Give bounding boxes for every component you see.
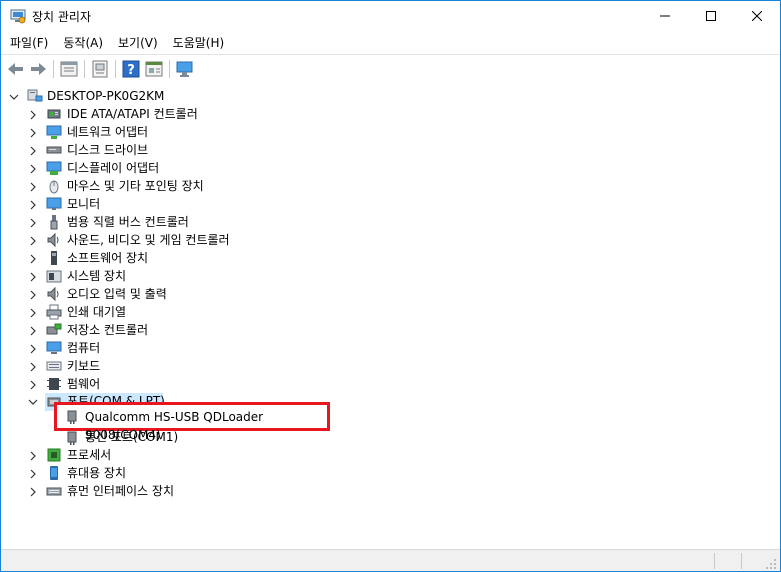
close-icon (752, 11, 762, 21)
tree-item-category[interactable]: 디스크 드라이브 (67, 141, 148, 159)
close-button[interactable] (734, 1, 780, 31)
tree-item-category[interactable]: 범용 직렬 버스 컨트롤러 (67, 213, 189, 231)
audio-icon (47, 286, 59, 302)
svg-text:?: ? (127, 63, 135, 78)
menu-action[interactable]: 동작(A) (57, 33, 109, 53)
toolbar-separator (115, 60, 116, 78)
status-separator (714, 553, 715, 569)
chevron-right-icon[interactable] (28, 272, 38, 282)
software-device-icon (51, 251, 57, 265)
update-driver-icon[interactable] (90, 59, 110, 79)
usb-icon (50, 215, 58, 230)
tree-item-category[interactable]: 프로세서 (67, 446, 111, 464)
toolbar-separator (53, 60, 54, 78)
chevron-right-icon[interactable] (28, 146, 38, 156)
tree-item-category[interactable]: 사운드, 비디오 및 게임 컨트롤러 (67, 231, 230, 249)
mouse-icon (49, 180, 59, 194)
tree-item-category[interactable]: 모니터 (67, 195, 100, 213)
tree-item-category[interactable]: 키보드 (67, 357, 100, 375)
menu-bar: 파일(F) 동작(A) 보기(V) 도움말(H) (1, 32, 780, 54)
chevron-right-icon[interactable] (28, 469, 38, 479)
processor-icon (47, 448, 61, 462)
tree-item-category[interactable]: 시스템 장치 (67, 267, 126, 285)
chevron-down-icon[interactable] (9, 92, 19, 102)
tree-item-category[interactable]: 저장소 컨트롤러 (67, 321, 148, 339)
window-title: 장치 관리자 (32, 10, 92, 24)
menu-view[interactable]: 보기(V) (112, 33, 164, 53)
chevron-right-icon[interactable] (28, 451, 38, 461)
chevron-right-icon[interactable] (28, 487, 38, 497)
tree-item-qualcomm-port[interactable]: Qualcomm HS-USB QDLoader 9008(COM4) (85, 408, 327, 444)
disk-drive-icon (46, 146, 62, 154)
title-bar[interactable]: 장치 관리자 (1, 1, 780, 31)
toolbar: ? (1, 54, 780, 84)
status-bar (1, 549, 780, 571)
properties-icon[interactable] (59, 59, 79, 79)
status-separator (741, 553, 742, 569)
chevron-right-icon[interactable] (28, 344, 38, 354)
tree-item-category[interactable]: 마우스 및 기타 포인팅 장치 (67, 177, 204, 195)
chevron-down-icon[interactable] (28, 397, 38, 407)
device-manager-window: 장치 관리자 파일(F) 동작(A) 보기(V) 도움말(H) ? DESKTO… (0, 0, 781, 572)
chevron-right-icon[interactable] (28, 308, 38, 318)
display-adapter-icon (46, 161, 62, 175)
highlight-box: Qualcomm HS-USB QDLoader 9008(COM4) (54, 402, 330, 442)
toolbar-separator (84, 60, 85, 78)
chevron-right-icon[interactable] (28, 362, 38, 372)
tree-item-category[interactable]: IDE ATA/ATAPI 컨트롤러 (67, 105, 198, 123)
minimize-icon (660, 15, 670, 17)
hid-icon (46, 487, 62, 496)
toolbar-separator (169, 60, 170, 78)
chevron-right-icon[interactable] (28, 182, 38, 192)
computer-icon (46, 341, 62, 354)
tree-item-category[interactable]: 휴먼 인터페이스 장치 (67, 482, 174, 500)
scan-hardware-icon[interactable] (175, 59, 195, 79)
chevron-right-icon[interactable] (28, 110, 38, 120)
resize-grip-icon[interactable] (765, 558, 777, 570)
monitor-icon (46, 197, 62, 210)
tree-item-category[interactable]: 펌웨어 (67, 375, 100, 393)
tree-item-category[interactable]: 네트워크 어댑터 (67, 123, 148, 141)
maximize-icon (706, 11, 716, 21)
forward-icon[interactable] (28, 59, 48, 79)
chevron-right-icon[interactable] (28, 218, 38, 228)
keyboard-icon (46, 361, 62, 371)
chevron-right-icon[interactable] (28, 128, 38, 138)
portable-device-icon (50, 466, 58, 480)
tree-root-label: DESKTOP-PK0G2KM (47, 89, 165, 103)
chevron-right-icon[interactable] (28, 290, 38, 300)
firmware-icon (47, 378, 61, 390)
tree-item-category[interactable]: 소프트웨어 장치 (67, 249, 148, 267)
chevron-right-icon[interactable] (28, 380, 38, 390)
computer-root-icon (27, 89, 43, 102)
sound-icon (47, 232, 59, 248)
menu-file[interactable]: 파일(F) (4, 33, 54, 53)
chevron-right-icon[interactable] (28, 164, 38, 174)
minimize-button[interactable] (642, 1, 688, 31)
printer-icon (46, 304, 62, 320)
chevron-right-icon[interactable] (28, 236, 38, 246)
tree-item-category[interactable]: 오디오 입력 및 출력 (67, 285, 167, 303)
help-icon[interactable]: ? (121, 59, 141, 79)
ide-controller-icon (47, 109, 61, 119)
chevron-right-icon[interactable] (28, 200, 38, 210)
serial-port-icon (67, 410, 77, 424)
network-adapter-icon (46, 125, 62, 139)
tree-item-category[interactable]: 인쇄 대기열 (67, 303, 126, 321)
tree-item-category[interactable]: 컴퓨터 (67, 339, 100, 357)
chevron-right-icon[interactable] (28, 254, 38, 264)
system-device-icon (46, 270, 62, 283)
console-icon[interactable] (144, 59, 164, 79)
device-tree[interactable]: DESKTOP-PK0G2KM 포트(COM & LPT) 통신 포트(COM1… (1, 83, 780, 548)
tree-item-category[interactable]: 휴대용 장치 (67, 464, 126, 482)
storage-controller-icon (46, 323, 62, 335)
chevron-right-icon[interactable] (28, 326, 38, 336)
tree-item-category[interactable]: 디스플레이 어댑터 (67, 159, 159, 177)
maximize-button[interactable] (688, 1, 734, 31)
device-manager-app-icon (10, 9, 26, 24)
back-icon[interactable] (6, 59, 26, 79)
menu-help[interactable]: 도움말(H) (167, 33, 231, 53)
serial-port-icon (67, 431, 77, 445)
